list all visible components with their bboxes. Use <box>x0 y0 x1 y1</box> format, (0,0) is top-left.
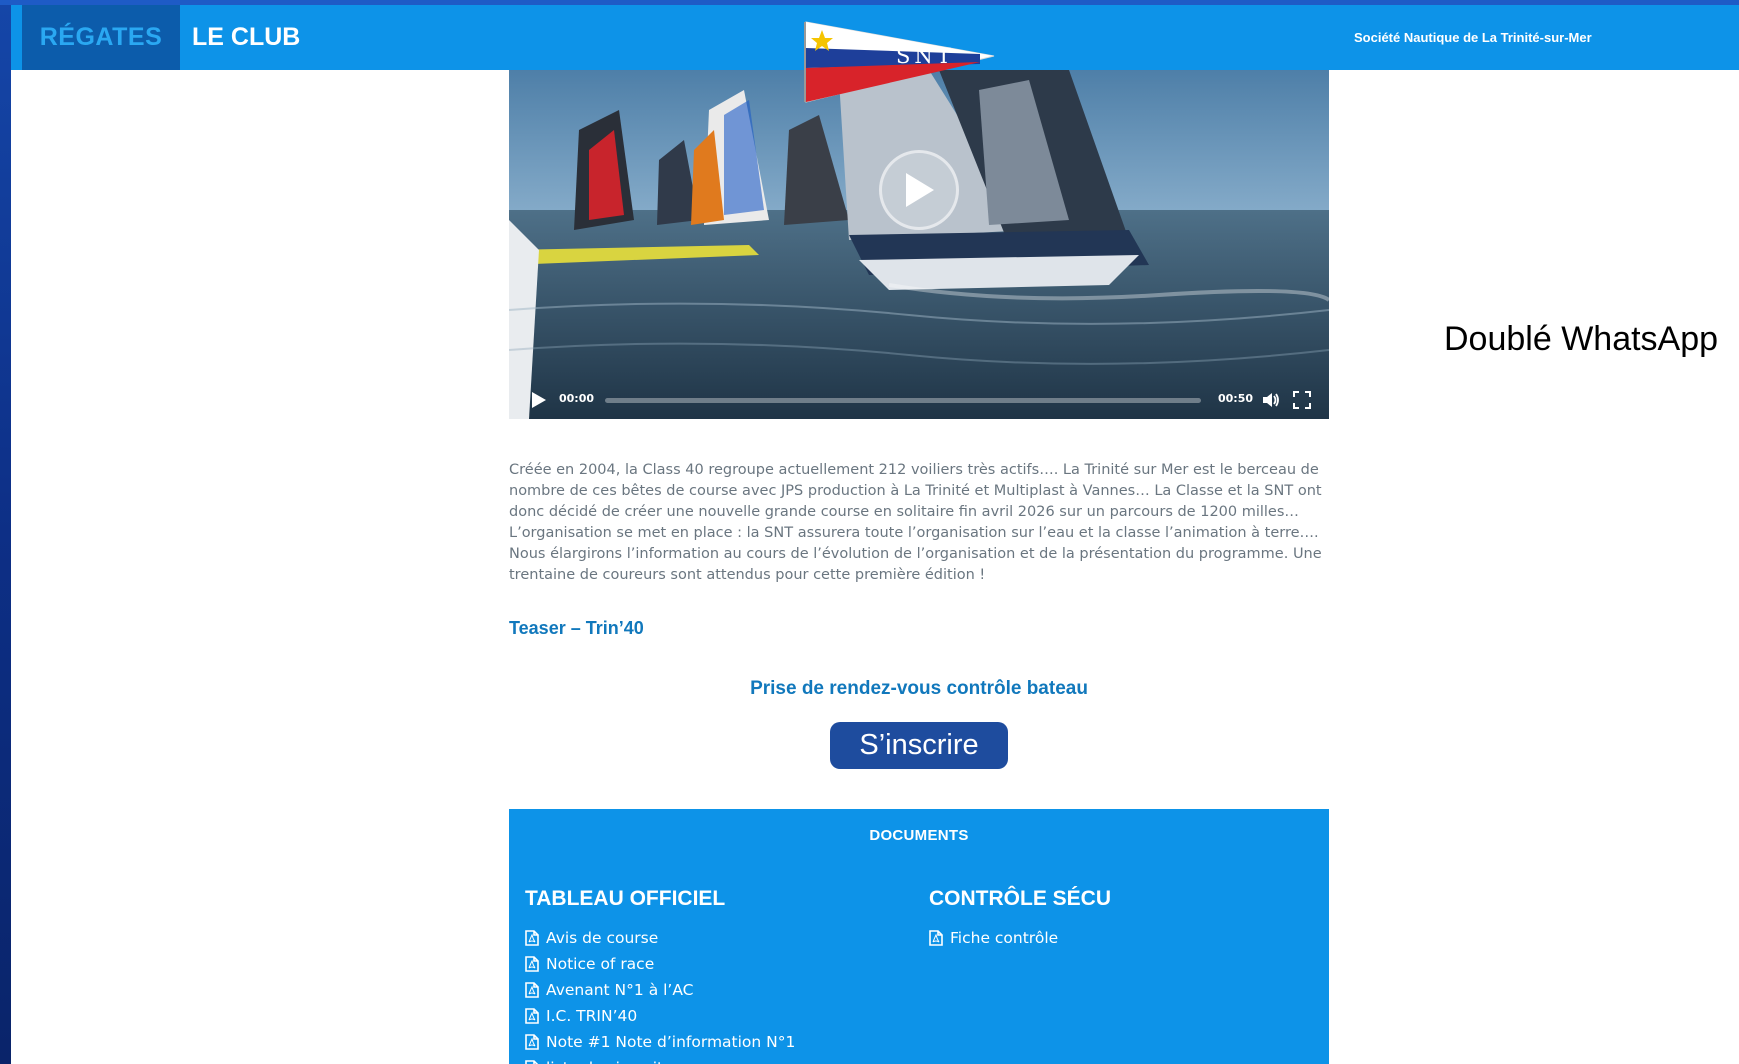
boat-inspection-booking-link[interactable]: Prise de rendez-vous contrôle bateau <box>509 678 1329 700</box>
official-board-list: Avis de course Notice of race Avenant N°1 … <box>525 925 795 1064</box>
desktop-background <box>0 0 11 1064</box>
document-link[interactable]: Notice of race <box>525 951 795 977</box>
whatsapp-note: Doublé WhatsApp <box>1444 320 1719 358</box>
event-description: Créée en 2004, la Class 40 regroupe actu… <box>509 462 1322 583</box>
web-page: RÉGATES LE CLUB Société Nautique de La T… <box>11 5 1739 1064</box>
nav-society-name[interactable]: Société Nautique de La Trinité-sur-Mer <box>1354 5 1592 70</box>
document-link-label: Fiche contrôle <box>950 929 1059 947</box>
register-button[interactable]: S’inscrire <box>830 722 1008 769</box>
documents-title: DOCUMENTS <box>869 827 969 844</box>
video-controls: 00:00 00:50 <box>509 381 1329 419</box>
document-link[interactable]: Avis de course <box>525 925 795 951</box>
volume-icon[interactable] <box>1261 390 1281 410</box>
documents-panel: DOCUMENTS TABLEAU OFFICIEL Avis de cours… <box>509 809 1329 1064</box>
play-overlay-button[interactable] <box>879 150 959 230</box>
video-thumbnail <box>509 70 1329 419</box>
current-time: 00:00 <box>559 392 595 405</box>
document-link-label: Notice of race <box>546 955 655 973</box>
video-player[interactable]: 00:00 00:50 <box>509 70 1329 419</box>
snt-flag-icon: SNT <box>804 21 995 103</box>
document-link-label: I.C. TRIN’40 <box>546 1007 638 1025</box>
nav-le-club[interactable]: LE CLUB <box>192 5 300 70</box>
fullscreen-icon[interactable] <box>1292 390 1312 410</box>
pdf-file-icon <box>525 1060 539 1064</box>
progress-bar[interactable] <box>605 398 1201 403</box>
play-pause-icon[interactable] <box>529 391 547 409</box>
document-link[interactable]: I.C. TRIN’40 <box>525 1003 795 1029</box>
document-link[interactable]: Fiche contrôle <box>929 925 1058 951</box>
duration-time: 00:50 <box>1218 392 1254 405</box>
pdf-file-icon <box>525 930 539 946</box>
snt-logo[interactable]: SNT <box>804 20 1016 105</box>
document-link-label: liste des inscrits <box>546 1059 671 1064</box>
pdf-file-icon <box>525 1008 539 1024</box>
document-link-label: Note #1 Note d’information N°1 <box>546 1033 796 1051</box>
pdf-file-icon <box>525 982 539 998</box>
document-link[interactable]: liste des inscrits <box>525 1055 795 1064</box>
play-icon <box>906 173 934 207</box>
pdf-file-icon <box>929 930 943 946</box>
teaser-link[interactable]: Teaser – Trin’40 <box>509 618 644 639</box>
safety-check-list: Fiche contrôle <box>929 925 1058 951</box>
document-link[interactable]: Avenant N°1 à l’AC <box>525 977 795 1003</box>
nav-regates[interactable]: RÉGATES <box>22 5 180 70</box>
document-link-label: Avenant N°1 à l’AC <box>546 981 694 999</box>
logo-text: SNT <box>896 44 955 68</box>
pdf-file-icon <box>525 1034 539 1050</box>
pdf-file-icon <box>525 956 539 972</box>
document-link-label: Avis de course <box>546 929 659 947</box>
document-link[interactable]: Note #1 Note d’information N°1 <box>525 1029 795 1055</box>
official-board-heading: TABLEAU OFFICIEL <box>525 887 726 910</box>
safety-check-heading: CONTRÔLE SÉCU <box>929 887 1112 910</box>
